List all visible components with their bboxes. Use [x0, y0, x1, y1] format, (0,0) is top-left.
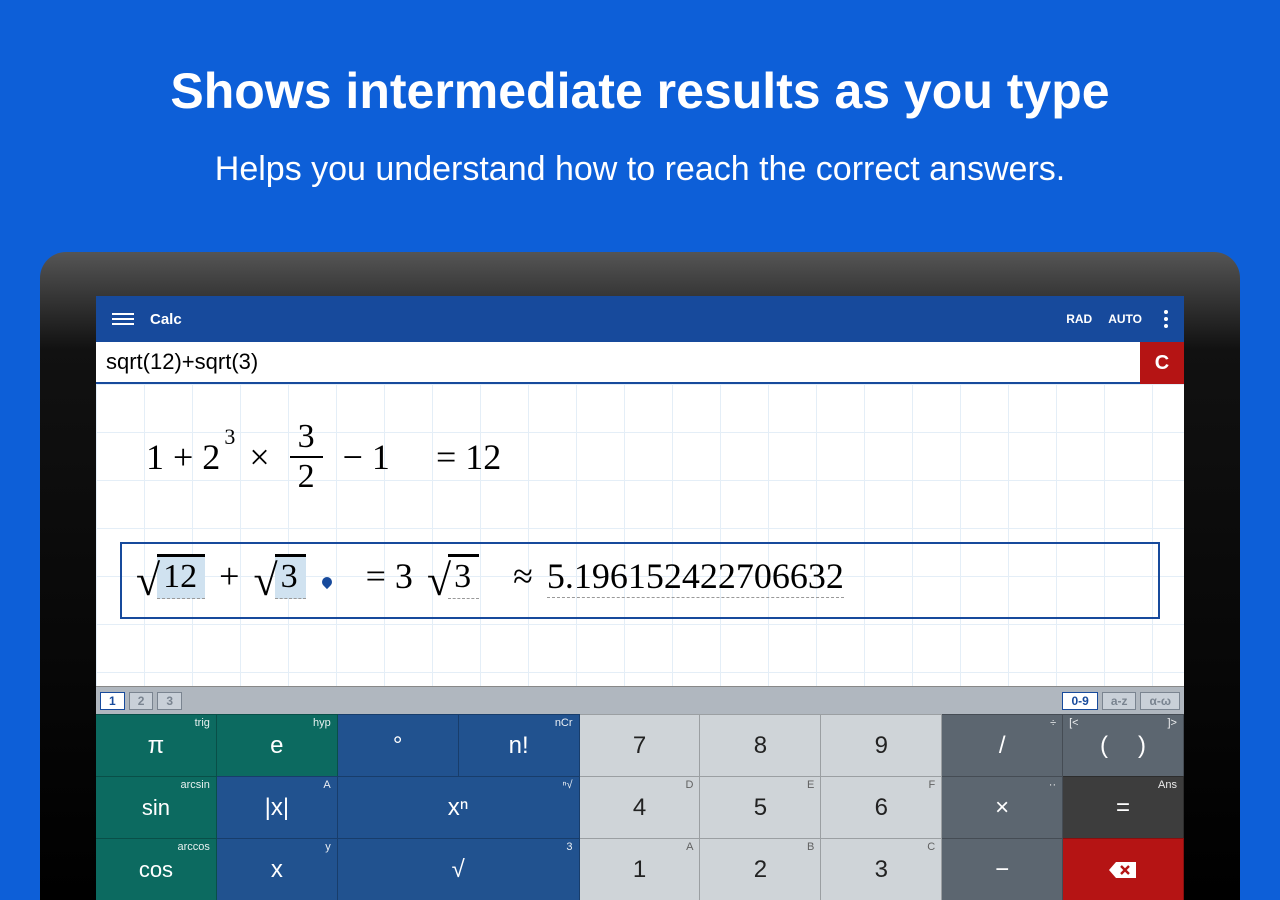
keypad: trigπ hype ° nCrn! 7 8 9 ÷/ [<]> () arcs… — [96, 714, 1184, 900]
sqrt-12: √12 — [136, 554, 205, 599]
key-7[interactable]: 7 — [580, 714, 701, 776]
key-sqrt[interactable]: 3√ — [338, 838, 580, 900]
keyset-tab-latin[interactable]: a-z — [1102, 692, 1137, 710]
exact-sqrt-3: √3 — [427, 554, 479, 599]
expression-input[interactable] — [96, 342, 1140, 384]
page-tab-2[interactable]: 2 — [129, 692, 154, 710]
app-title: Calc — [150, 311, 182, 328]
keyset-tab-numeric[interactable]: 0-9 — [1062, 692, 1097, 710]
sqrt-3: √3 — [253, 554, 305, 599]
approx-sign: ≈ — [513, 555, 533, 597]
titlebar: Calc RAD AUTO — [96, 296, 1184, 342]
hist1-a: 1 + 23 — [146, 436, 235, 478]
decimal-result: 5.196152422706632 — [547, 555, 844, 598]
format-mode-button[interactable]: AUTO — [1108, 312, 1142, 326]
hist1-fraction: 3 2 — [290, 420, 323, 494]
key-equals[interactable]: Ans= — [1063, 776, 1184, 838]
key-x[interactable]: yx — [217, 838, 338, 900]
promo-subtitle: Helps you understand how to reach the co… — [0, 150, 1280, 189]
overflow-menu-icon[interactable] — [1158, 310, 1174, 328]
key-factorial[interactable]: nCrn! — [459, 714, 580, 776]
clear-button[interactable]: C — [1140, 342, 1184, 384]
key-3[interactable]: C3 — [821, 838, 942, 900]
key-minus[interactable]: − — [942, 838, 1063, 900]
exact-eq: = 3 — [366, 555, 413, 597]
page-tab-1[interactable]: 1 — [100, 692, 125, 710]
current-expression-box: √12 + √3 = 3 √3 ≈ 5.196152422706632 — [120, 542, 1160, 619]
key-degree[interactable]: ° — [338, 714, 459, 776]
work-area[interactable]: 1 + 23 × 3 2 − 1 = 12 √12 + √3 — [96, 384, 1184, 686]
key-parens[interactable]: [<]> () — [1063, 714, 1184, 776]
key-8[interactable]: 8 — [700, 714, 821, 776]
page-tab-3[interactable]: 3 — [157, 692, 182, 710]
key-abs[interactable]: A|x| — [217, 776, 338, 838]
key-power[interactable]: ⁿ√xⁿ — [338, 776, 580, 838]
key-4[interactable]: D4 — [580, 776, 701, 838]
promo-title: Shows intermediate results as you type — [0, 0, 1280, 120]
key-2[interactable]: B2 — [700, 838, 821, 900]
key-cos[interactable]: arccoscos — [96, 838, 217, 900]
input-row: C — [96, 342, 1184, 384]
key-9[interactable]: 9 — [821, 714, 942, 776]
history-line-1: 1 + 23 × 3 2 − 1 = 12 — [146, 402, 1164, 512]
key-1[interactable]: A1 — [580, 838, 701, 900]
key-pi[interactable]: trigπ — [96, 714, 217, 776]
backspace-icon — [1108, 860, 1138, 880]
keypad-tab-row: 1 2 3 0-9 a-z α-ω — [96, 686, 1184, 714]
app-screen: Calc RAD AUTO C 1 + 23 × 3 2 − 1 = 12 — [96, 296, 1184, 900]
keyset-tab-greek[interactable]: α-ω — [1140, 692, 1180, 710]
key-6[interactable]: F6 — [821, 776, 942, 838]
key-sin[interactable]: arcsinsin — [96, 776, 217, 838]
hist1-result: = 12 — [436, 436, 501, 478]
key-divide[interactable]: ÷/ — [942, 714, 1063, 776]
key-multiply[interactable]: ··× — [942, 776, 1063, 838]
angle-mode-button[interactable]: RAD — [1066, 312, 1092, 326]
key-backspace[interactable] — [1063, 838, 1184, 900]
plus: + — [219, 555, 239, 597]
hist1-mul: × — [249, 436, 269, 478]
hamburger-icon[interactable] — [112, 313, 134, 325]
key-e[interactable]: hype — [217, 714, 338, 776]
cursor-icon — [320, 575, 334, 589]
hist1-tail: − 1 — [343, 436, 390, 478]
tablet-frame: Calc RAD AUTO C 1 + 23 × 3 2 − 1 = 12 — [40, 252, 1240, 900]
key-5[interactable]: E5 — [700, 776, 821, 838]
